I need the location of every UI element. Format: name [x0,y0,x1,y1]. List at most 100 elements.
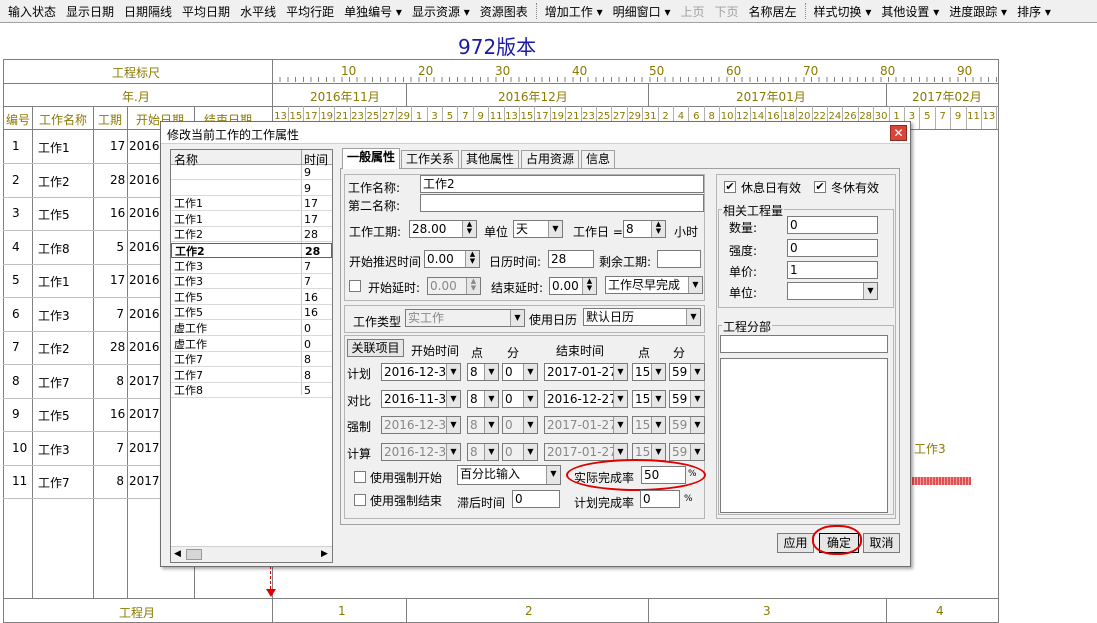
end-delay-stepper[interactable]: 0.00 ▲ ▼ [549,277,597,295]
calendar-time-field[interactable]: 28 [548,250,594,268]
start-date-select[interactable]: 2016-12-31 ▼ [381,363,461,381]
list-item[interactable]: 工作1 17 [171,196,332,212]
duration-stepper[interactable]: 28.00 ▲ ▼ [409,220,477,238]
workday-stepper[interactable]: 8 ▲ ▼ [623,220,666,238]
toolbar-item-12[interactable]: 下页 [711,1,743,22]
toolbar-item-5[interactable]: 平均行距 [282,1,338,22]
start-delay-checkbox[interactable] [349,280,361,292]
lag-field[interactable]: 0 [512,490,560,508]
list-item[interactable]: 工作3 7 [171,274,332,290]
toolbar-item-11[interactable]: 上页 [676,1,708,22]
toolbar-item-15[interactable]: 其他设置 ▾ [877,1,943,22]
table-row-name[interactable]: 工作3 [38,441,70,458]
start-minute-select[interactable]: 0 ▼ [502,442,538,461]
toolbar-item-17[interactable]: 排序 ▾ [1013,1,1055,22]
table-row-name[interactable]: 工作7 [38,374,70,391]
end-minute-select[interactable]: 59 ▼ [669,363,705,381]
start-hour-select[interactable]: 8 ▼ [467,416,499,434]
tab-4[interactable]: 信息 [581,150,616,168]
section-field[interactable] [720,335,888,353]
start-delay-stepper[interactable]: 0.00 ▲ ▼ [427,277,481,295]
second-name-field[interactable] [420,194,704,212]
end-hour-select[interactable]: 15 ▼ [632,416,666,434]
start-hour-select[interactable]: 8 ▼ [467,442,499,461]
table-row-name[interactable]: 工作5 [38,206,70,223]
tab-3[interactable]: 占用资源 [521,150,580,168]
list-item[interactable]: 9 [171,181,332,196]
unit2-select[interactable]: ▼ [787,282,878,300]
toolbar-item-3[interactable]: 平均日期 [178,1,234,22]
table-row-name[interactable]: 工作5 [38,407,70,424]
tab-0[interactable]: 一般属性 [342,148,401,169]
start-minute-select[interactable]: 0 ▼ [502,363,538,381]
list-item[interactable]: 虚工作 0 [171,337,332,352]
list-item[interactable]: 工作8 5 [171,383,332,399]
apply-button[interactable]: 应用 [777,533,814,553]
tab-1[interactable]: 工作关系 [401,150,460,168]
start-minute-select[interactable]: 0 ▼ [502,416,538,434]
holiday-checkbox[interactable]: ✔ [724,181,736,193]
list-hscrollbar[interactable]: ◀ ▶ [171,546,332,562]
end-minute-select[interactable]: 59 ▼ [669,442,705,461]
gantt-bar[interactable] [912,477,971,485]
close-icon[interactable]: ✕ [890,125,907,141]
toolbar-item-2[interactable]: 日期隔线 [120,1,176,22]
end-date-select[interactable]: 2017-01-27 ▼ [544,363,628,381]
list-item[interactable]: 虚工作 0 [171,321,332,336]
table-row-name[interactable]: 工作3 [38,307,70,324]
table-row-name[interactable]: 工作1 [38,139,70,156]
end-date-select[interactable]: 2017-01-27 ▼ [544,416,628,434]
plan-rate-field[interactable]: 0 [640,490,680,508]
force-end-checkbox[interactable] [354,494,366,506]
table-row-name[interactable]: 工作8 [38,240,70,257]
force-start-checkbox[interactable] [354,471,366,483]
calendar-select[interactable]: 默认日历 ▼ [583,308,701,326]
intensity-field[interactable]: 0 [787,239,878,257]
list-item[interactable]: 工作2 28 [171,243,332,258]
start-minute-select[interactable]: 0 ▼ [502,389,538,408]
toolbar-item-10[interactable]: 明细窗口 ▾ [609,1,675,22]
table-row-name[interactable]: 工作2 [38,173,70,190]
cancel-button[interactable]: 取消 [863,533,900,553]
scroll-right-icon[interactable]: ▶ [321,549,328,559]
finish-mode-select[interactable]: 工作尽早完成 ▼ [605,276,703,294]
delay-start-stepper[interactable]: 0.00 ▲ ▼ [424,250,480,268]
table-row-name[interactable]: 工作1 [38,273,70,290]
list-item[interactable]: 工作7 8 [171,368,332,383]
list-item[interactable]: 工作1 17 [171,212,332,227]
table-row-name[interactable]: 工作7 [38,474,70,491]
start-date-select[interactable]: 2016-12-31 ▼ [381,442,461,461]
end-minute-select[interactable]: 59 ▼ [669,416,705,434]
end-hour-select[interactable]: 15 ▼ [632,389,666,408]
section-list[interactable] [720,358,888,513]
toolbar-item-8[interactable]: 资源图表 [476,1,532,22]
toolbar-item-14[interactable]: 样式切换 ▾ [810,1,876,22]
start-hour-select[interactable]: 8 ▼ [467,389,499,408]
toolbar-item-0[interactable]: 输入状态 [4,1,60,22]
list-item[interactable]: 工作2 28 [171,227,332,243]
end-hour-select[interactable]: 15 ▼ [632,363,666,381]
work-list[interactable]: 名称 时间 9 9 工作1 17 工作1 17 工作2 28 工作2 28 工作3 7 工作3 7 工作5 1… [170,149,333,563]
toolbar-item-16[interactable]: 进度跟踪 ▾ [945,1,1011,22]
list-item[interactable]: 工作5 16 [171,290,332,305]
list-item[interactable]: 工作5 16 [171,305,332,321]
price-field[interactable]: 1 [787,261,878,279]
start-hour-select[interactable]: 8 ▼ [467,363,499,381]
toolbar-item-7[interactable]: 显示资源 ▾ [408,1,474,22]
scroll-left-icon[interactable]: ◀ [174,549,181,559]
winter-checkbox[interactable]: ✔ [814,181,826,193]
work-name-field[interactable]: 工作2 [420,175,704,193]
toolbar-item-6[interactable]: 单独编号 ▾ [340,1,406,22]
end-date-select[interactable]: 2017-01-27 ▼ [544,442,628,461]
start-date-select[interactable]: 2016-12-31 ▼ [381,416,461,434]
tab-2[interactable]: 其他属性 [461,150,520,168]
toolbar-item-13[interactable]: 名称居左 [745,1,801,22]
end-minute-select[interactable]: 59 ▼ [669,389,705,408]
toolbar-item-1[interactable]: 显示日期 [62,1,118,22]
related-items-button[interactable]: 关联项目 [347,339,404,357]
table-row-name[interactable]: 工作2 [38,340,70,357]
list-item[interactable]: 工作7 8 [171,352,332,368]
remaining-field[interactable] [657,250,701,268]
scroll-thumb[interactable] [186,549,202,560]
list-item[interactable]: 9 [171,165,332,180]
